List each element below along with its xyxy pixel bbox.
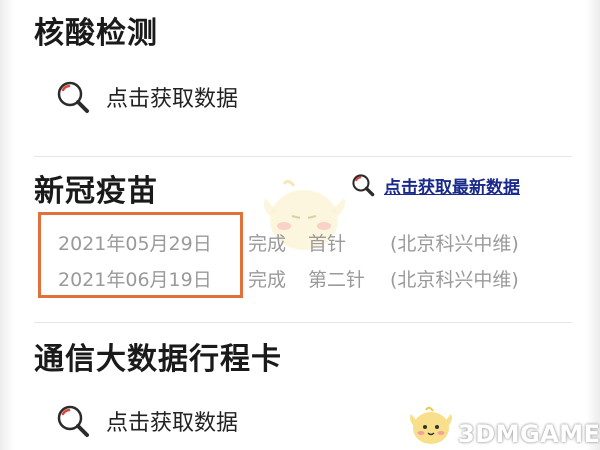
travel-card-fetch-button[interactable]: 点击获取数据: [54, 402, 238, 440]
nucleic-test-fetch-button[interactable]: 点击获取数据: [54, 78, 238, 116]
search-icon: [54, 78, 92, 116]
watermark-text: 3DMGAME: [458, 420, 600, 448]
vaccine-record-dose: 首针: [308, 233, 347, 255]
vaccine-fetch-latest-label: 点击获取最新数据: [384, 177, 520, 198]
vaccine-fetch-latest-link[interactable]: 点击获取最新数据: [350, 172, 520, 198]
nucleic-test-title: 核酸检测: [34, 16, 158, 51]
vaccine-record-maker: (北京科兴中维): [390, 269, 519, 291]
search-icon: [54, 402, 92, 440]
divider: [34, 156, 572, 157]
nucleic-test-fetch-label: 点击获取数据: [106, 87, 239, 112]
vaccine-record-maker: (北京科兴中维): [390, 233, 519, 255]
vaccine-record-dose: 第二针: [308, 269, 366, 291]
vaccine-record-status: 完成: [248, 233, 287, 255]
vaccine-record-status: 完成: [248, 269, 287, 291]
vaccine-title: 新冠疫苗: [34, 174, 158, 209]
highlight-box: [38, 212, 243, 298]
card-edge-right: [586, 0, 600, 450]
card-edge-left: [0, 0, 14, 450]
divider: [34, 322, 572, 323]
travel-card-fetch-label: 点击获取数据: [106, 411, 239, 436]
logo-mascot-icon: [406, 402, 456, 448]
search-icon: [350, 172, 376, 198]
travel-card-title: 通信大数据行程卡: [34, 342, 282, 377]
